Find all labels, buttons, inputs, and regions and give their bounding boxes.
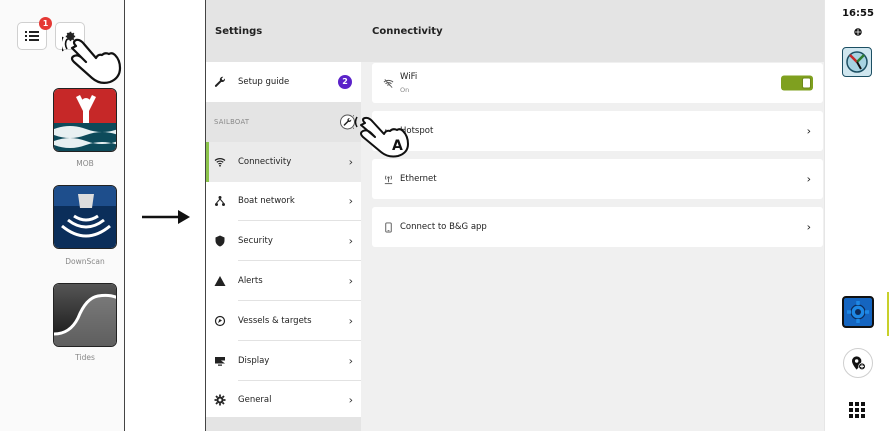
chevron-right-icon: › (806, 124, 811, 138)
gear-icon (214, 394, 226, 406)
app-label-downscan: DownScan (65, 257, 105, 266)
tides-icon (54, 284, 116, 346)
chevron-right-icon: › (348, 314, 353, 328)
tap-hand-icon (62, 36, 122, 84)
chevron-right-icon: › (348, 234, 353, 248)
wifi-toggle[interactable] (781, 75, 813, 91)
app-label-mob: MOB (76, 159, 94, 168)
warning-icon (214, 275, 226, 287)
shield-icon (214, 235, 226, 247)
settings-item-vessels-targets[interactable]: Vessels & targets › (206, 300, 361, 341)
settings-item-alerts[interactable]: Alerts › (206, 261, 361, 301)
clock: 16:55 (842, 8, 874, 19)
sailsteer-app-button[interactable] (842, 47, 872, 77)
settings-screen: Settings Setup guide 2 SAILBOAT Connecti… (205, 0, 889, 431)
setup-guide-item[interactable]: Setup guide 2 (206, 62, 361, 102)
settings-menu: Settings Setup guide 2 SAILBOAT Connecti… (206, 0, 361, 431)
app-label-tides: Tides (75, 353, 95, 362)
connect-app-label: Connect to B&G app (400, 222, 487, 232)
hotspot-row[interactable]: Hotspot › (372, 111, 823, 151)
settings-item-general[interactable]: General › (206, 380, 361, 421)
setup-guide-badge: 2 (338, 74, 352, 89)
network-icon (214, 195, 226, 207)
wrench-icon (343, 117, 352, 126)
downscan-icon (54, 186, 116, 248)
wifi-row[interactable]: WiFi On (372, 63, 823, 103)
ethernet-icon (382, 173, 394, 185)
connectivity-title: Connectivity (361, 0, 824, 62)
chevron-right-icon: › (806, 172, 811, 186)
ethernet-label: Ethernet (400, 174, 437, 184)
settings-item-label: Security (238, 236, 273, 247)
status-bar: 16:55 (824, 0, 889, 431)
apps-grid-button[interactable] (849, 402, 865, 418)
chevron-right-icon: › (348, 274, 353, 288)
phone-icon (382, 221, 394, 233)
tap-hand-icon: A (353, 115, 409, 158)
app-tile-tides[interactable] (53, 283, 117, 347)
add-waypoint-button[interactable] (843, 348, 873, 378)
list-icon (25, 31, 39, 41)
wifi-status: On (400, 86, 410, 94)
settings-item-label: Boat network (238, 196, 295, 207)
notification-badge: 1 (39, 17, 52, 30)
connectivity-panel: Connectivity WiFi On Hotspot › Ethernet … (361, 0, 824, 431)
settings-title: Settings (206, 0, 361, 62)
chevron-right-icon: › (806, 220, 811, 234)
home-panel: 1 MOB DownScan Tides (0, 0, 125, 431)
wifi-off-icon (382, 77, 394, 89)
add-location-icon (852, 356, 866, 370)
settings-item-label: Alerts (238, 276, 263, 287)
display-icon (214, 355, 226, 367)
settings-item-display[interactable]: Display › (206, 340, 361, 381)
app-tile-downscan[interactable] (53, 185, 117, 249)
chevron-right-icon: › (348, 393, 353, 407)
settings-item-label: Connectivity (238, 156, 292, 167)
toggle-knob (802, 77, 811, 89)
arrow-right-icon (142, 210, 190, 224)
satellite-status-icon (853, 27, 863, 37)
setup-guide-label: Setup guide (238, 76, 290, 87)
grid-icon (849, 402, 865, 418)
section-label: SAILBOAT (214, 117, 250, 126)
wifi-icon (214, 156, 226, 168)
menu-button[interactable]: 1 (17, 17, 52, 50)
compass-icon (846, 51, 868, 73)
settings-item-label: General (238, 395, 272, 406)
target-icon (214, 315, 226, 327)
callout-letter: A (392, 138, 403, 154)
chevron-right-icon: › (348, 354, 353, 368)
gear-icon (847, 301, 869, 323)
settings-app-button[interactable] (842, 296, 874, 328)
connect-app-row[interactable]: Connect to B&G app › (372, 207, 823, 247)
settings-item-label: Vessels & targets (238, 315, 312, 326)
section-header-sailboat: SAILBOAT (206, 101, 361, 142)
settings-item-security[interactable]: Security › (206, 221, 361, 262)
wifi-label: WiFi (400, 72, 418, 82)
wrench-icon (214, 76, 226, 88)
settings-item-label: Display (238, 355, 270, 366)
ethernet-row[interactable]: Ethernet › (372, 159, 823, 199)
settings-item-connectivity[interactable]: Connectivity › (206, 141, 361, 182)
app-tile-mob[interactable] (53, 88, 117, 152)
mob-icon (54, 89, 116, 151)
settings-item-boat-network[interactable]: Boat network › (206, 181, 361, 222)
settings-menu-footer (206, 417, 361, 431)
chevron-right-icon: › (348, 194, 353, 208)
